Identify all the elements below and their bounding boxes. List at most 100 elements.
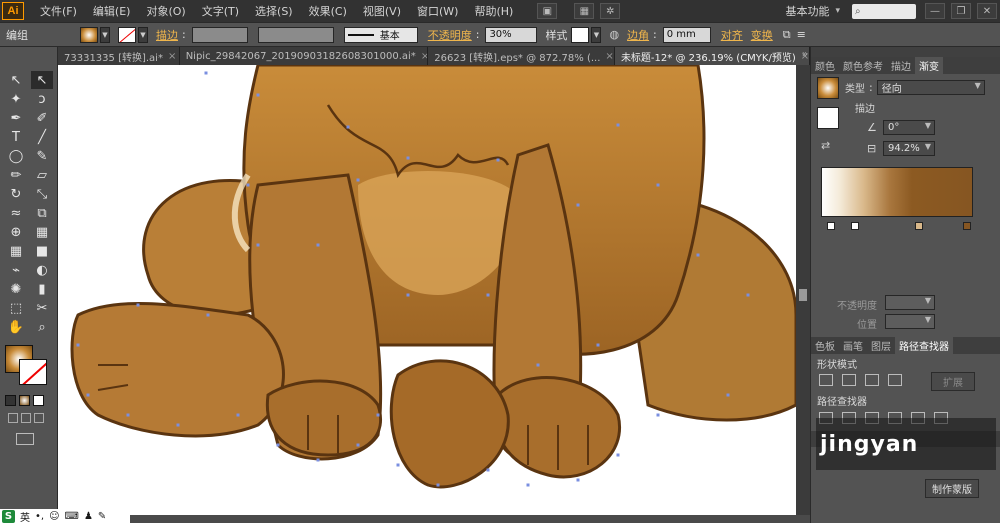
search-field[interactable]: ⌕ [852,3,916,19]
pathfinder-panel-tab[interactable]: 色板 [811,338,839,353]
close-tab-icon[interactable]: × [168,51,176,62]
brush-definition-field[interactable]: 基本 [343,26,418,43]
scale-tool-icon[interactable]: ⤡ [31,185,53,203]
magic-wand-tool-icon[interactable]: ✦ [5,90,27,108]
align-link[interactable]: 对齐 [721,27,743,43]
artboard-canvas[interactable] [58,65,796,515]
color-mode-icon[interactable] [5,395,16,406]
mesh-tool-icon[interactable]: ▦ [5,242,27,260]
pen-tool-icon[interactable]: ✒ [5,109,27,127]
menu-item-6[interactable]: 视图(V) [355,3,409,19]
make-mask-button[interactable]: 制作蒙版 [925,479,979,498]
hand-tool-icon[interactable]: ✋ [5,318,27,336]
stroke-color-swatch[interactable] [19,359,47,385]
document-tab[interactable]: 未标题-12* @ 236.19% (CMYK/预览) × [614,47,810,65]
lasso-tool-icon[interactable]: ↄ [31,90,53,108]
transform-link[interactable]: 变换 [751,27,773,43]
gradient-thumbnail[interactable] [817,77,839,99]
eyedropper-tool-icon[interactable]: ⌁ [5,261,27,279]
punctuation-icon[interactable]: •, [35,511,44,522]
restore-button[interactable]: ❐ [951,3,971,19]
minus-front-icon[interactable] [842,374,856,386]
horizontal-scrollbar[interactable] [58,515,810,523]
gradient-opacity-field[interactable]: ▼ [885,295,935,310]
document-tab[interactable]: 73331335 [转换].ai* × [58,47,180,65]
gradient-panel-tab[interactable]: 颜色参考 [839,58,887,73]
paintbrush-tool-icon[interactable]: ✎ [31,147,53,165]
fill-stroke-control[interactable] [3,343,51,387]
minimize-button[interactable]: — [925,3,945,19]
tools-icon[interactable]: ✎ [98,511,106,522]
ellipse-tool-icon[interactable]: ◯ [5,147,27,165]
angle-field[interactable]: 0° ▼ [883,120,935,135]
emoji-icon[interactable]: ☺ [49,511,59,522]
zoom-tool-icon[interactable]: ⌕ [31,318,53,336]
gradient-position-field[interactable]: ▼ [885,314,935,329]
stroke-dropdown-icon[interactable]: ▼ [138,26,148,43]
gradient-stop-start[interactable] [827,222,835,230]
stroke-link[interactable]: 描边 [156,27,178,43]
pencil-tool-icon[interactable]: ✏ [5,166,27,184]
ime-mode[interactable]: 英 [20,509,30,523]
column-graph-tool-icon[interactable]: ▮ [31,280,53,298]
user-icon[interactable]: ♟ [84,511,93,522]
fill-dropdown-icon[interactable]: ▼ [100,26,110,43]
bridge-icon[interactable]: ▣ [537,3,558,19]
pathfinder-panel-tab[interactable]: 图层 [867,338,895,353]
warp-tool-icon[interactable]: ≈ [5,204,27,222]
screen-mode-icon[interactable] [16,433,34,445]
unite-icon[interactable] [819,374,833,386]
aspect-ratio-field[interactable]: 94.2% ▼ [883,141,935,156]
symbol-sprayer-tool-icon[interactable]: ✺ [5,280,27,298]
arrange-documents-icon[interactable]: ▦ [574,3,595,19]
slice-tool-icon[interactable]: ✂ [31,299,53,317]
corner-field[interactable]: 0 mm [662,26,711,43]
gradient-stop-2[interactable] [851,222,859,230]
close-tab-icon[interactable]: × [421,51,427,62]
line-tool-icon[interactable]: ╱ [31,128,53,146]
gradient-stroke-swatch[interactable] [817,107,839,129]
gradient-panel-tab[interactable]: 描边 [887,58,915,73]
corner-link[interactable]: 边角 [627,27,649,43]
free-transform-tool-icon[interactable]: ⧉ [31,204,53,222]
pathfinder-panel-tab[interactable]: 路径查找器 [895,337,953,354]
gradient-stop-end[interactable] [963,222,971,230]
more-tabs-icon[interactable]: » [802,49,808,60]
close-button[interactable]: ✕ [977,3,997,19]
gpu-icon[interactable]: ✲ [600,3,621,19]
type-tool-icon[interactable]: T [5,128,27,146]
recolor-icon[interactable]: ◍ [609,28,619,41]
expand-button[interactable]: 扩展 [931,372,975,391]
exclude-icon[interactable] [888,374,902,386]
fill-swatch[interactable] [80,26,98,43]
menu-item-4[interactable]: 选择(S) [247,3,301,19]
menu-item-7[interactable]: 窗口(W) [409,3,466,19]
direct-selection-tool-icon[interactable]: ↖ [31,71,53,89]
variable-width-field[interactable] [257,26,334,43]
keyboard-icon[interactable]: ⌨ [65,511,79,522]
none-mode-icon[interactable] [33,395,44,406]
stroke-weight-field[interactable] [191,26,248,43]
graphic-style-swatch[interactable] [571,26,590,43]
gradient-tool-icon[interactable]: ■ [31,242,53,260]
menu-item-2[interactable]: 对象(O) [138,3,193,19]
workspace-arrow-icon[interactable]: ▾ [835,6,840,16]
pathfinder-panel-tab[interactable]: 画笔 [839,338,867,353]
opacity-link[interactable]: 不透明度 [428,27,472,43]
document-tab[interactable]: 26623 [转换].eps* @ 872.78% (... × [428,47,615,65]
opacity-field[interactable]: 30% [485,26,538,43]
gradient-panel-tab[interactable]: 渐变 [915,57,943,74]
panel-menu-icon[interactable]: ≡ [797,28,806,41]
gradient-type-dropdown[interactable]: 径向 ▼ [876,80,985,95]
workspace-switcher[interactable]: 基本功能 [779,3,835,19]
reverse-gradient-icon[interactable]: ⇄ [821,139,830,152]
intersect-icon[interactable] [865,374,879,386]
stroke-swatch[interactable] [118,26,136,43]
gradient-slider[interactable] [821,167,973,217]
draw-mode-icon[interactable] [8,413,48,425]
gradient-mode-icon[interactable] [19,395,30,406]
gradient-panel-tab[interactable]: 颜色 [811,58,839,73]
menu-item-0[interactable]: 文件(F) [32,3,85,19]
perspective-grid-tool-icon[interactable]: ▦ [31,223,53,241]
selection-tool-icon[interactable]: ↖ [5,71,27,89]
